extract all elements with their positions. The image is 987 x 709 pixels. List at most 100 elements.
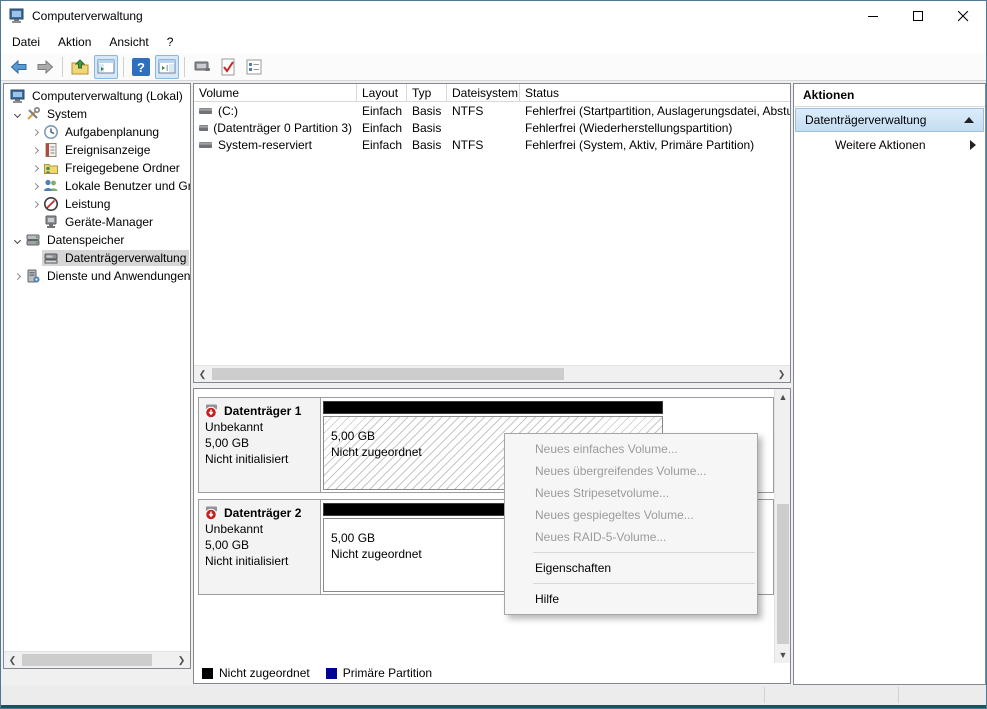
tree-item-datenspeicher[interactable]: Datenspeicher <box>4 231 190 249</box>
chevron-right-icon[interactable] <box>28 125 42 139</box>
shared-folder-icon <box>44 164 58 174</box>
volume-filesystem: NTFS <box>452 137 484 152</box>
column-header-volume[interactable]: Volume <box>194 84 357 102</box>
forward-button[interactable] <box>33 55 57 79</box>
minimize-icon <box>868 15 878 17</box>
performance-icon <box>44 197 58 211</box>
scroll-right-icon[interactable]: ❯ <box>773 366 790 382</box>
chevron-right-icon[interactable] <box>10 269 24 283</box>
volume-row-recovery[interactable]: (Datenträger 0 Partition 3) Einfach Basi… <box>194 119 790 136</box>
chevron-down-icon[interactable] <box>10 233 24 247</box>
disk-type: Unbekannt <box>205 522 264 536</box>
scroll-left-icon[interactable]: ❮ <box>194 366 211 382</box>
disk-management-icon <box>44 253 58 264</box>
tree-item-label: Datenträgerverwaltung <box>65 251 187 265</box>
volume-row-c[interactable]: (C:) Einfach Basis NTFS Fehlerfrei (Star… <box>194 102 790 119</box>
disk-size: 5,00 GB <box>205 538 250 552</box>
scrollbar-thumb[interactable] <box>777 504 789 644</box>
tree-item-label: Aufgabenplanung <box>65 125 160 139</box>
tree-item-label: Computerverwaltung (Lokal) <box>32 89 183 103</box>
menu-ansicht[interactable]: Ansicht <box>100 33 157 51</box>
scrollbar-thumb[interactable] <box>22 654 152 666</box>
help-icon: ? <box>132 57 150 76</box>
back-button[interactable] <box>7 55 31 79</box>
menu-bar: Datei Aktion Ansicht ? <box>1 31 986 53</box>
up-one-level-button[interactable] <box>68 55 92 79</box>
submenu-arrow-icon <box>970 140 976 150</box>
tree-item-system[interactable]: System <box>4 105 190 123</box>
column-header-dateisystem[interactable]: Dateisystem <box>447 84 520 102</box>
menu-item-new-mirrored-volume[interactable]: Neues gespiegeltes Volume... <box>505 504 757 526</box>
console-window-button[interactable] <box>190 55 214 79</box>
column-header-layout[interactable]: Layout <box>357 84 407 102</box>
menu-help[interactable]: ? <box>158 33 183 51</box>
menu-item-new-spanned-volume[interactable]: Neues übergreifendes Volume... <box>505 460 757 482</box>
chevron-right-icon[interactable] <box>28 161 42 175</box>
chevron-right-icon[interactable] <box>28 197 42 211</box>
volume-name: (C:) <box>218 103 238 118</box>
scroll-up-icon[interactable]: ▲ <box>775 389 790 405</box>
disk-pane-vertical-scrollbar[interactable]: ▲ ▼ <box>774 389 790 663</box>
volume-list-horizontal-scrollbar[interactable]: ❮ ❯ <box>194 365 790 382</box>
show-console-tree-button[interactable] <box>94 54 118 79</box>
tree-item-leistung[interactable]: Leistung <box>4 195 190 213</box>
system-tools-icon <box>27 106 41 120</box>
chevron-right-icon[interactable] <box>28 143 42 157</box>
actions-header: Aktionen <box>794 84 985 107</box>
volume-layout: Einfach <box>362 137 403 152</box>
tree-horizontal-scrollbar[interactable]: ❮ ❯ <box>4 651 190 668</box>
no-chevron <box>28 215 42 229</box>
tree-item-root[interactable]: Computerverwaltung (Lokal) <box>4 87 190 105</box>
show-action-pane-button[interactable] <box>155 54 179 79</box>
column-header-status[interactable]: Status <box>520 84 790 102</box>
menu-aktion[interactable]: Aktion <box>49 33 100 51</box>
help-button[interactable]: ? <box>129 55 153 79</box>
title-bar: Computerverwaltung <box>1 1 986 31</box>
scroll-left-icon[interactable]: ❮ <box>4 652 21 668</box>
back-icon <box>10 59 27 74</box>
scroll-down-icon[interactable]: ▼ <box>775 647 790 663</box>
tree-item-freigegebene-ordner[interactable]: Freigegebene Ordner <box>4 159 190 177</box>
chevron-down-icon[interactable] <box>10 107 24 121</box>
disk-2-label-cell[interactable]: Datenträger 2 Unbekannt 5,00 GB Nicht in… <box>199 500 321 594</box>
status-bar-divider <box>898 687 899 703</box>
volume-row-system-reserved[interactable]: System-reserviert Einfach Basis NTFS Feh… <box>194 136 790 153</box>
menu-datei[interactable]: Datei <box>3 33 49 51</box>
scrollbar-thumb[interactable] <box>212 368 564 380</box>
maximize-icon <box>913 10 923 21</box>
chevron-right-icon[interactable] <box>28 179 42 193</box>
disk-1-label-cell[interactable]: Datenträger 1 Unbekannt 5,00 GB Nicht in… <box>199 398 321 492</box>
tree-item-label: Dienste und Anwendungen <box>47 269 190 283</box>
menu-item-help[interactable]: Hilfe <box>505 588 757 610</box>
menu-item-new-striped-volume[interactable]: Neues Stripesetvolume... <box>505 482 757 504</box>
tree-item-geraete-manager[interactable]: Geräte-Manager <box>4 213 190 231</box>
actions-item-more-actions[interactable]: Weitere Aktionen <box>794 133 985 157</box>
tree-item-datentraegerverwaltung[interactable]: Datenträgerverwaltung <box>4 249 190 267</box>
legend-bar: Nicht zugeordnet Primäre Partition <box>194 663 790 683</box>
minimize-button[interactable] <box>851 1 896 31</box>
maximize-button[interactable] <box>896 1 941 31</box>
column-header-typ[interactable]: Typ <box>407 84 447 102</box>
menu-separator <box>533 552 755 553</box>
collapse-icon[interactable] <box>964 117 974 123</box>
tree-item-ereignisanzeige[interactable]: Ereignisanzeige <box>4 141 190 159</box>
tree-item-label: Leistung <box>65 197 111 211</box>
scroll-right-icon[interactable]: ❯ <box>173 652 190 668</box>
toolbar-separator <box>62 56 63 77</box>
actions-group-disk-management[interactable]: Datenträgerverwaltung <box>795 108 984 132</box>
menu-item-new-raid5-volume[interactable]: Neues RAID-5-Volume... <box>505 526 757 548</box>
legend-swatch-unallocated <box>202 667 213 679</box>
computer-icon <box>10 89 25 103</box>
checklist-button[interactable] <box>242 55 266 79</box>
menu-item-new-simple-volume[interactable]: Neues einfaches Volume... <box>505 438 757 460</box>
tree-item-lokale-benutzer[interactable]: Lokale Benutzer und Gru <box>4 177 190 195</box>
action-pane-icon <box>158 59 176 73</box>
tree-item-dienste[interactable]: Dienste und Anwendungen <box>4 267 190 285</box>
task-scheduler-icon <box>44 125 58 139</box>
close-button[interactable] <box>941 1 986 31</box>
window-bottom-border <box>1 705 986 708</box>
context-menu: Neues einfaches Volume... Neues übergrei… <box>504 433 758 615</box>
tree-item-aufgabenplanung[interactable]: Aufgabenplanung <box>4 123 190 141</box>
check-document-button[interactable] <box>216 55 240 79</box>
menu-item-properties[interactable]: Eigenschaften <box>505 557 757 579</box>
